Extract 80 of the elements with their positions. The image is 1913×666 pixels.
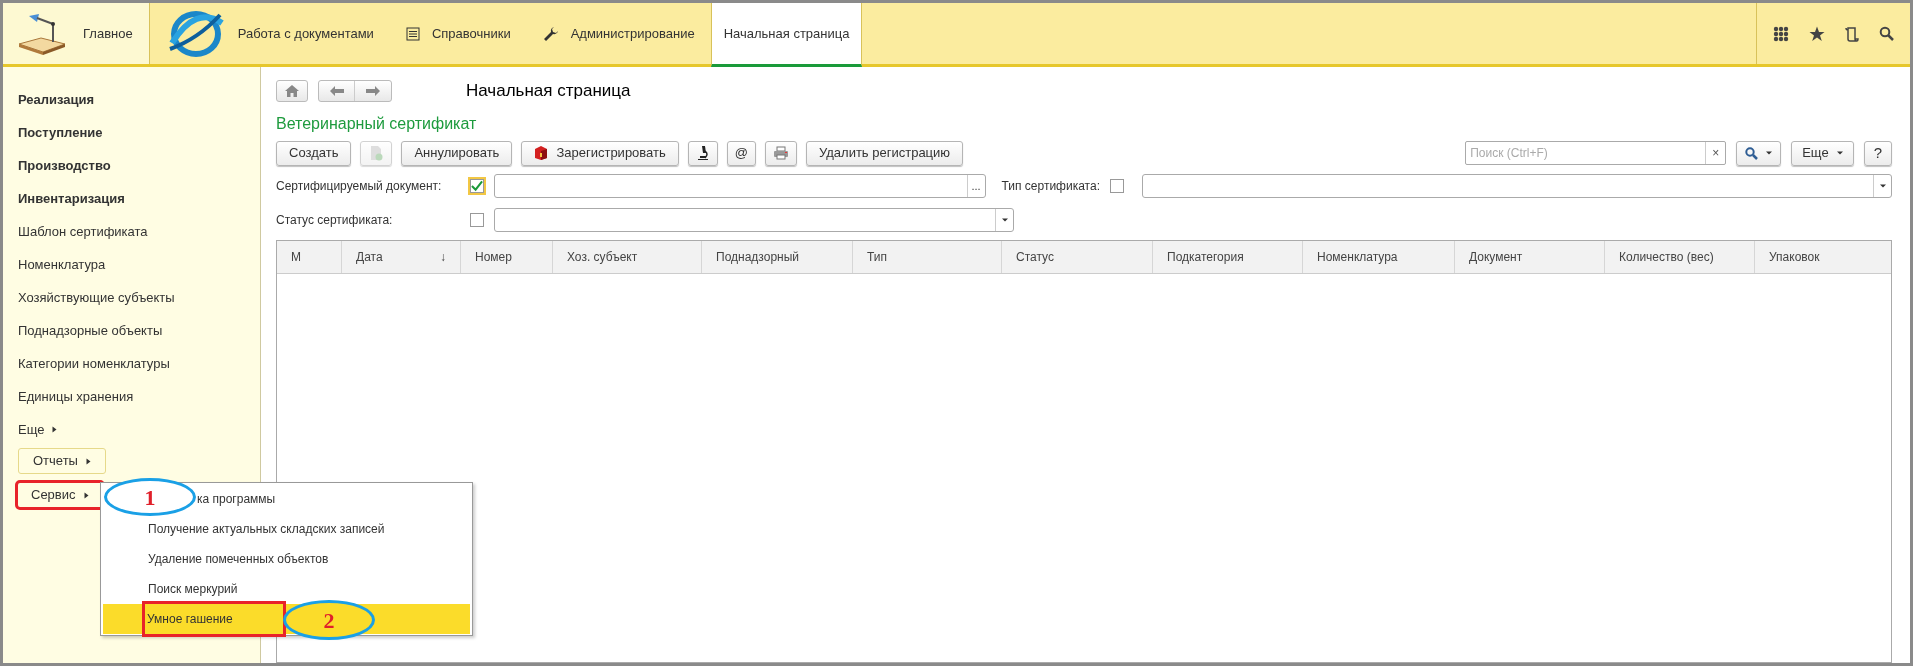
toolbar-button[interactable]: Удалить регистрацию	[806, 140, 964, 166]
checkbox[interactable]	[468, 211, 486, 229]
home-button[interactable]	[276, 80, 308, 102]
star-icon[interactable]	[1809, 25, 1825, 42]
sidebar-item[interactable]: Реализация	[18, 89, 95, 110]
dropdown-icon	[1001, 217, 1008, 223]
search-icon	[1745, 146, 1759, 160]
column-header[interactable]: Подкатегория	[1153, 241, 1303, 273]
sidebar-item[interactable]: Поступление	[18, 122, 103, 143]
column-header[interactable]: Статус	[1002, 241, 1153, 273]
filter-field[interactable]	[494, 208, 1014, 232]
column-header[interactable]: Номер	[461, 241, 553, 273]
sidebar-item[interactable]: Инвентаризация	[18, 188, 125, 209]
help-button[interactable]: ?	[1863, 140, 1892, 166]
form-title: Ветеринарный сертификат	[276, 114, 478, 134]
filter-label: Сертифицируемый документ:	[276, 178, 443, 195]
sidebar-item[interactable]: Хозяйствующие субъекты	[18, 287, 175, 308]
arrow-left-icon	[329, 86, 344, 96]
triangle-right-icon	[85, 457, 91, 465]
toolbar-button[interactable]: Создать	[276, 140, 352, 166]
sidebar-item[interactable]: Единицы хранения	[18, 386, 134, 407]
menu-item[interactable]: Удаление помеченных объектов	[103, 544, 470, 574]
triangle-right-icon	[83, 491, 89, 499]
toolbar-button[interactable]: @	[726, 140, 756, 166]
sidebar-item[interactable]: Категории номенклатуры	[18, 353, 170, 374]
column-header[interactable]: Номенклатура	[1303, 241, 1455, 273]
filter-field[interactable]: ...	[494, 174, 986, 198]
page-title: Начальная страница	[466, 80, 631, 103]
menu-button[interactable]: Отчеты	[18, 448, 106, 474]
checkmark-icon	[471, 180, 483, 192]
filter-field[interactable]	[1142, 174, 1892, 198]
arrow-right-icon	[366, 86, 380, 96]
toolbar-button[interactable]: Аннулировать	[401, 140, 513, 166]
microscope-icon	[695, 145, 710, 161]
search-icon[interactable]	[1879, 26, 1894, 41]
apps-grid-icon[interactable]	[1773, 25, 1789, 42]
menu-item[interactable]: Получение актуальных складских записей	[103, 514, 470, 544]
column-header[interactable]: Поднадзорный	[702, 241, 853, 273]
dropdown-icon	[1879, 183, 1886, 189]
column-header[interactable]: Количество (вес)	[1605, 241, 1755, 273]
select-button[interactable]: ...	[966, 175, 985, 197]
more-link[interactable]: Еще	[18, 419, 58, 440]
caret-icon	[1766, 150, 1773, 156]
sidebar-item[interactable]: Шаблон сертификата	[18, 221, 148, 242]
printer-icon	[773, 146, 789, 160]
search-field[interactable]: Поиск (Ctrl+F) ×	[1465, 141, 1727, 165]
filter-label: Статус сертификата:	[276, 212, 394, 229]
home-icon	[285, 85, 299, 97]
column-header[interactable]: Тип	[853, 241, 1002, 273]
column-header[interactable]: Дата ↓	[342, 241, 461, 273]
package-icon	[534, 145, 549, 161]
document-add-icon	[368, 145, 385, 161]
checkbox[interactable]	[468, 177, 486, 195]
column-header[interactable]: Упаковок	[1755, 241, 1891, 273]
toolbar-button[interactable]: Зарегистрировать	[521, 140, 679, 166]
section-tab[interactable]: Справочники	[389, 3, 527, 64]
menu-button[interactable]: Сервис	[17, 482, 103, 508]
caret-icon	[1836, 150, 1843, 156]
list-icon	[405, 26, 420, 41]
home-section-tab[interactable]: Главное	[3, 3, 150, 64]
column-header[interactable]: Хоз. субъект	[553, 241, 702, 273]
wrench-icon	[542, 25, 559, 42]
toolbar-button[interactable]	[687, 140, 718, 166]
page-tab[interactable]: Начальная страница	[710, 3, 863, 67]
menu-item[interactable]: ка программы	[197, 484, 470, 514]
clear-button[interactable]: ×	[1705, 142, 1726, 164]
triangle-right-icon	[52, 426, 58, 433]
checkbox[interactable]	[1108, 177, 1126, 195]
column-header[interactable]: М	[277, 241, 342, 273]
sort-mark: ↓	[440, 249, 446, 266]
column-header[interactable]: Документ	[1455, 241, 1605, 273]
scroll-icon[interactable]	[1845, 25, 1859, 42]
sidebar-item[interactable]: Номенклатура	[18, 254, 106, 275]
section-tab[interactable]: Администрирование	[526, 3, 711, 64]
section-tab[interactable]: Работа с документами	[149, 3, 390, 64]
filter-label: Тип сертификата:	[1001, 178, 1100, 195]
more-button[interactable]: Еще	[1791, 140, 1854, 166]
search-button[interactable]	[1736, 140, 1782, 166]
sidebar-item[interactable]: Производство	[18, 155, 111, 176]
sidebar-item[interactable]: Поднадзорные объекты	[18, 320, 163, 341]
